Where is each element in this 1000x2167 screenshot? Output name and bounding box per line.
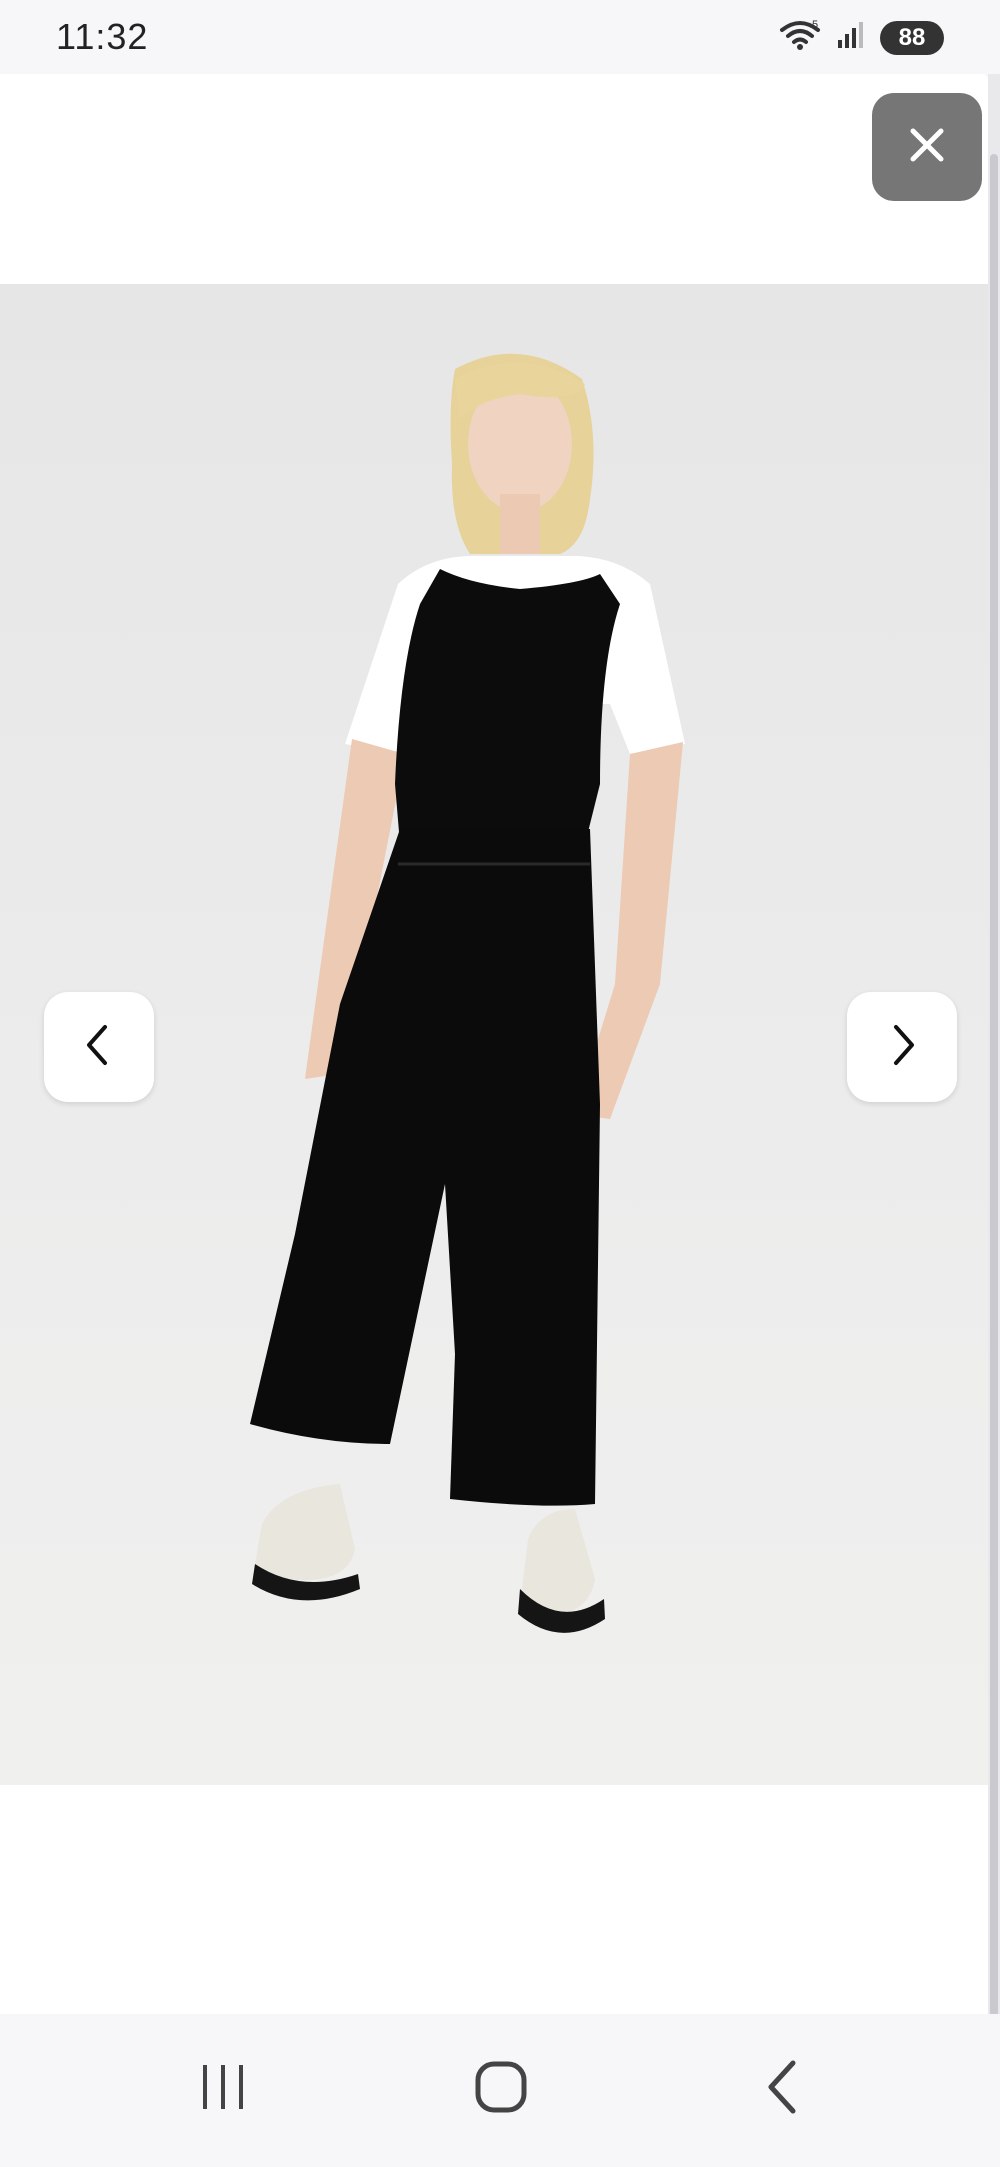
- recent-apps-icon: [197, 2061, 249, 2118]
- previous-image-button[interactable]: [44, 992, 154, 1102]
- close-icon: [908, 126, 946, 169]
- chevron-left-icon: [79, 1023, 119, 1072]
- battery-icon: 88: [880, 20, 944, 55]
- next-image-button[interactable]: [847, 992, 957, 1102]
- scrollbar-thumb[interactable]: [990, 154, 998, 2074]
- wifi-icon: 5: [778, 18, 822, 57]
- home-button[interactable]: [456, 2054, 546, 2124]
- signal-icon: [836, 20, 866, 55]
- system-nav-bar: [0, 2014, 1000, 2167]
- status-bar: 11:32 5 88: [0, 0, 1000, 74]
- scrollbar[interactable]: [988, 74, 1000, 2074]
- close-button[interactable]: [872, 93, 982, 201]
- back-icon: [761, 2059, 805, 2120]
- chevron-right-icon: [882, 1023, 922, 1072]
- back-button[interactable]: [738, 2054, 828, 2124]
- svg-text:5: 5: [812, 19, 818, 31]
- recent-apps-button[interactable]: [178, 2054, 268, 2124]
- status-icons: 5 88: [778, 18, 944, 57]
- status-time: 11:32: [56, 16, 149, 57]
- home-icon: [474, 2060, 528, 2119]
